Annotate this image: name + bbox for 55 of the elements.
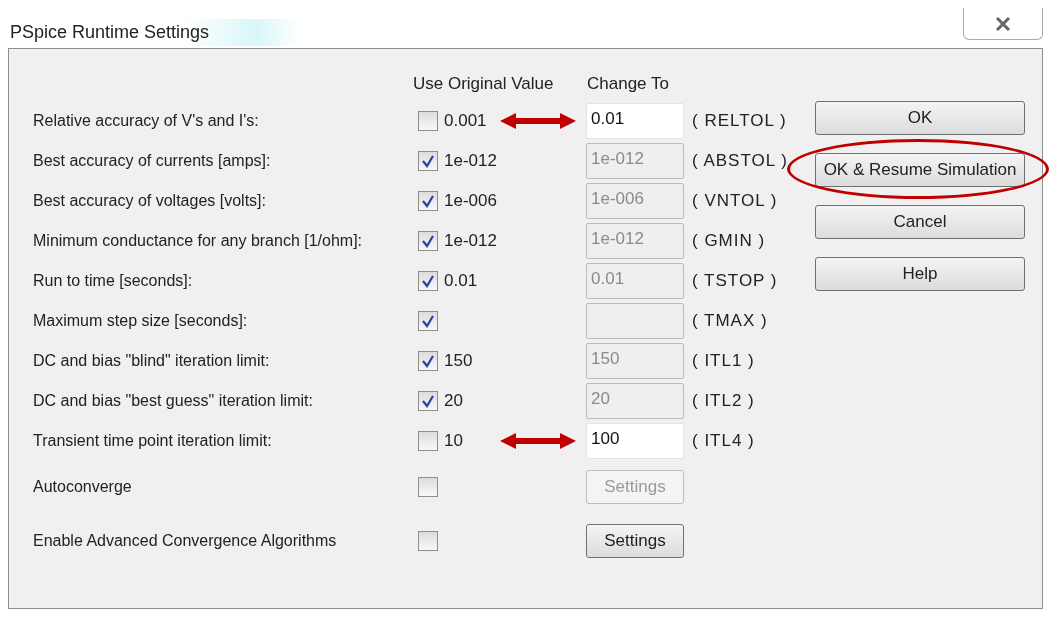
parameter-name: ( ABSTOL ) (692, 150, 788, 173)
checkbox[interactable] (418, 531, 438, 551)
value-field: 1e-012 (586, 143, 684, 179)
parameter-name: ( TSTOP ) (692, 270, 778, 293)
value-field: 1e-006 (586, 183, 684, 219)
setting-label: Enable Advanced Convergence Algorithms (33, 531, 338, 551)
setting-label: DC and bias "best guess" iteration limit: (33, 391, 314, 411)
column-header: Use Original Value (413, 73, 555, 95)
setting-label: Run to time [seconds]: (33, 271, 194, 291)
value-field[interactable]: 0.01 (586, 103, 684, 139)
setting-label: Best accuracy of currents [amps]: (33, 151, 272, 171)
parameter-name: ( GMIN ) (692, 230, 766, 253)
column-header: Change To (587, 73, 669, 95)
original-value: 1e-012 (444, 150, 498, 173)
parameter-name: ( TMAX ) (692, 310, 768, 333)
checkbox[interactable] (418, 151, 438, 171)
close-button[interactable] (963, 8, 1043, 40)
value-field: 150 (586, 343, 684, 379)
checkbox[interactable] (418, 391, 438, 411)
original-value: 1e-012 (444, 230, 498, 253)
value-field: 1e-012 (586, 223, 684, 259)
parameter-name: ( ITL2 ) (692, 390, 755, 413)
parameter-name: ( ITL1 ) (692, 350, 755, 373)
setting-label: Maximum step size [seconds]: (33, 311, 249, 331)
dialog-button[interactable]: Cancel (815, 205, 1025, 239)
setting-label: Relative accuracy of V's and I's: (33, 111, 260, 131)
value-field[interactable]: 100 (586, 423, 684, 459)
checkbox[interactable] (418, 311, 438, 331)
setting-label: Transient time point iteration limit: (33, 431, 273, 451)
value-field: 20 (586, 383, 684, 419)
original-value: 1e-006 (444, 190, 498, 213)
setting-label: DC and bias "blind" iteration limit: (33, 351, 271, 371)
checkbox[interactable] (418, 271, 438, 291)
parameter-name: ( RELTOL ) (692, 110, 787, 133)
dialog-button[interactable]: OK & Resume Simulation (815, 153, 1025, 187)
original-value: 0.01 (444, 270, 479, 293)
checkbox[interactable] (418, 431, 438, 451)
checkbox[interactable] (418, 111, 438, 131)
setting-label: Autoconverge (33, 477, 133, 497)
setting-label: Minimum conductance for any branch [1/ohm]: (33, 231, 364, 251)
original-value: 0.001 (444, 110, 488, 133)
original-value: 20 (444, 390, 464, 413)
original-value: 10 (444, 430, 464, 453)
dialog-button[interactable]: Help (815, 257, 1025, 291)
checkbox[interactable] (418, 351, 438, 371)
original-value: 150 (444, 350, 474, 373)
close-icon (995, 16, 1011, 31)
settings-button[interactable]: Settings (586, 524, 684, 558)
parameter-name: ( VNTOL ) (692, 190, 778, 213)
parameter-name: ( ITL4 ) (692, 430, 755, 453)
value-field: 0.01 (586, 263, 684, 299)
checkbox[interactable] (418, 231, 438, 251)
checkbox[interactable] (418, 191, 438, 211)
setting-label: Best accuracy of voltages [volts]: (33, 191, 267, 211)
dialog-button[interactable]: OK (815, 101, 1025, 135)
